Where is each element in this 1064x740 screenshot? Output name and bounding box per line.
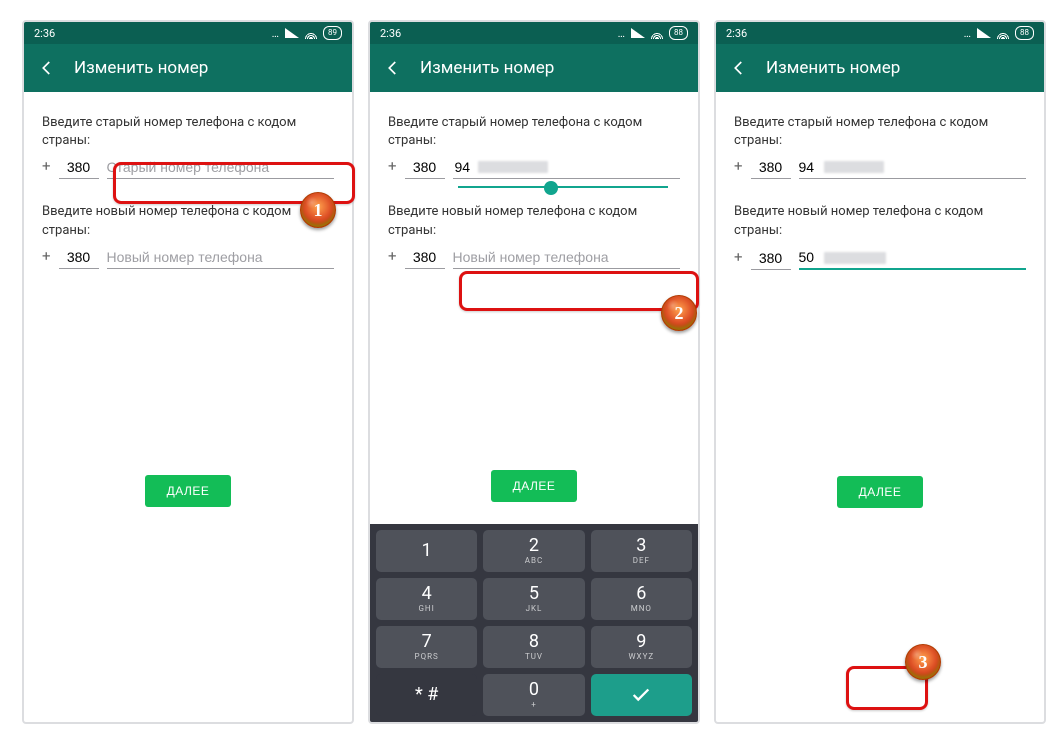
key-9[interactable]: 9WXYZ bbox=[591, 626, 692, 668]
appbar-title: Изменить номер bbox=[74, 58, 208, 78]
plus-sign: + bbox=[42, 247, 51, 269]
new-phone-input[interactable] bbox=[453, 246, 680, 269]
redacted-blur bbox=[824, 161, 884, 173]
wifi-icon bbox=[305, 27, 317, 39]
new-country-code-input[interactable] bbox=[751, 247, 791, 270]
new-number-row: + bbox=[388, 246, 680, 269]
signal-icon bbox=[977, 28, 991, 38]
status-time: 2:36 bbox=[34, 27, 55, 40]
app-bar: Изменить номер bbox=[370, 44, 698, 92]
appbar-title: Изменить номер bbox=[766, 58, 900, 78]
new-country-code-input[interactable] bbox=[405, 246, 445, 269]
new-country-code-input[interactable] bbox=[59, 246, 99, 269]
old-country-code-input[interactable] bbox=[751, 156, 791, 179]
status-time: 2:36 bbox=[726, 27, 747, 40]
dots-icon: … bbox=[964, 27, 971, 40]
dots-icon: … bbox=[272, 27, 279, 40]
new-number-label: Введите новый номер телефона с кодом стр… bbox=[388, 203, 680, 239]
status-bar: 2:36 … 89 bbox=[24, 22, 352, 44]
phone-screenshot-3: 2:36 … 88 Изменить номер Введите старый … bbox=[714, 20, 1046, 724]
battery-indicator: 89 bbox=[323, 26, 342, 40]
old-number-row: + bbox=[734, 156, 1026, 179]
status-bar: 2:36 … 88 bbox=[716, 22, 1044, 44]
next-button[interactable]: ДАЛЕЕ bbox=[145, 475, 232, 507]
key-1[interactable]: 1 bbox=[376, 530, 477, 572]
key-0[interactable]: 0+ bbox=[483, 674, 584, 716]
plus-sign: + bbox=[388, 247, 397, 269]
back-arrow-icon[interactable] bbox=[384, 59, 402, 77]
plus-sign: + bbox=[42, 157, 51, 179]
back-arrow-icon[interactable] bbox=[730, 59, 748, 77]
redacted-blur bbox=[478, 161, 548, 173]
new-number-row: + bbox=[734, 246, 1026, 270]
plus-sign: + bbox=[388, 157, 397, 179]
old-phone-input[interactable] bbox=[107, 156, 334, 179]
dots-icon: … bbox=[618, 27, 625, 40]
key-5[interactable]: 5JKL bbox=[483, 578, 584, 620]
redacted-blur bbox=[824, 252, 886, 264]
check-icon bbox=[630, 684, 652, 706]
text-selection-slider-knob[interactable] bbox=[544, 181, 558, 195]
app-bar: Изменить номер bbox=[716, 44, 1044, 92]
key-symbols[interactable]: * # bbox=[376, 674, 477, 716]
app-bar: Изменить номер bbox=[24, 44, 352, 92]
new-number-label: Введите новый номер телефона с кодом стр… bbox=[734, 203, 1026, 239]
back-arrow-icon[interactable] bbox=[38, 59, 56, 77]
key-6[interactable]: 6MNO bbox=[591, 578, 692, 620]
old-number-row: + bbox=[388, 156, 680, 179]
next-button[interactable]: ДАЛЕЕ bbox=[491, 470, 578, 502]
key-enter[interactable] bbox=[591, 674, 692, 716]
new-number-label: Введите новый номер телефона с кодом стр… bbox=[42, 203, 334, 239]
battery-indicator: 88 bbox=[669, 26, 688, 40]
signal-icon bbox=[285, 28, 299, 38]
next-button[interactable]: ДАЛЕЕ bbox=[837, 476, 924, 508]
appbar-title: Изменить номер bbox=[420, 58, 554, 78]
old-number-label: Введите старый номер телефона с кодом ст… bbox=[388, 114, 680, 150]
plus-sign: + bbox=[734, 248, 743, 270]
new-phone-input[interactable] bbox=[107, 246, 334, 269]
key-8[interactable]: 8TUV bbox=[483, 626, 584, 668]
phone-screenshot-1: 2:36 … 89 Изменить номер Введите старый … bbox=[22, 20, 354, 724]
new-number-row: + bbox=[42, 246, 334, 269]
text-selection-slider-track bbox=[458, 186, 668, 188]
old-number-label: Введите старый номер телефона с кодом ст… bbox=[42, 114, 334, 150]
old-number-label: Введите старый номер телефона с кодом ст… bbox=[734, 114, 1026, 150]
old-country-code-input[interactable] bbox=[405, 156, 445, 179]
key-7[interactable]: 7PQRS bbox=[376, 626, 477, 668]
wifi-icon bbox=[651, 27, 663, 39]
signal-icon bbox=[631, 28, 645, 38]
plus-sign: + bbox=[734, 157, 743, 179]
wifi-icon bbox=[997, 27, 1009, 39]
key-4[interactable]: 4GHI bbox=[376, 578, 477, 620]
phone-screenshot-2: 2:36 … 88 Изменить номер Введите старый … bbox=[368, 20, 700, 724]
status-bar: 2:36 … 88 bbox=[370, 22, 698, 44]
numeric-keypad: 1 2ABC 3DEF 4GHI 5JKL 6MNO 7PQRS 8TUV 9W… bbox=[370, 524, 698, 722]
status-time: 2:36 bbox=[380, 27, 401, 40]
old-country-code-input[interactable] bbox=[59, 156, 99, 179]
battery-indicator: 88 bbox=[1015, 26, 1034, 40]
key-2[interactable]: 2ABC bbox=[483, 530, 584, 572]
old-number-row: + bbox=[42, 156, 334, 179]
key-3[interactable]: 3DEF bbox=[591, 530, 692, 572]
